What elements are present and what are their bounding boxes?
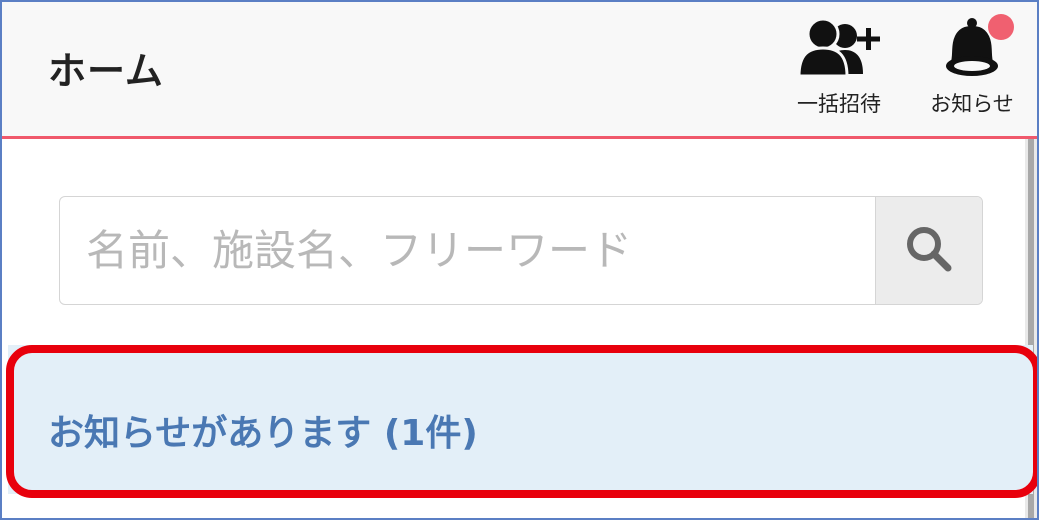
notifications-button[interactable]: お知らせ (917, 14, 1027, 118)
unread-badge (988, 14, 1014, 40)
bulk-invite-label: 一括招待 (797, 92, 881, 116)
header-bar: ホーム 一括招待 お知らせ (2, 2, 1037, 139)
notifications-label: お知らせ (930, 92, 1014, 116)
search-box (59, 196, 983, 305)
add-users-icon (795, 16, 883, 84)
search-button[interactable] (875, 197, 982, 304)
page-title: ホーム (48, 49, 164, 93)
bulk-invite-button[interactable]: 一括招待 (786, 16, 892, 118)
highlight-box (6, 345, 1037, 498)
search-icon (903, 223, 955, 279)
search-input[interactable] (60, 197, 875, 304)
app-window: ホーム 一括招待 お知らせ 名前、施設名、フリーワード お知らせがあります (1… (0, 0, 1039, 520)
